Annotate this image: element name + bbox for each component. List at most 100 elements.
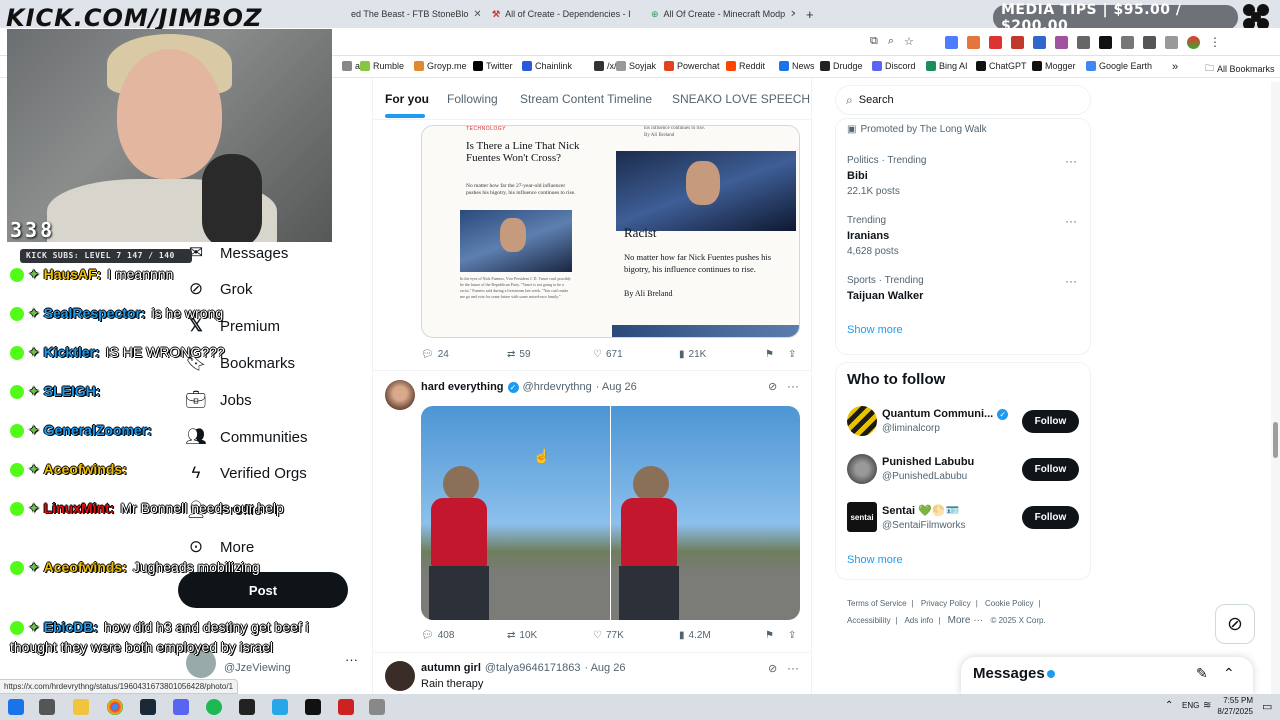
tab-stream-content-timeline[interactable]: Stream Content Timeline (520, 92, 652, 106)
discord-icon[interactable] (173, 699, 189, 715)
telegram-icon[interactable] (272, 699, 288, 715)
extension-icon[interactable] (989, 36, 1002, 49)
sentai-logo-icon[interactable]: sentai (847, 502, 877, 532)
tab-sneako-love-speech[interactable]: SNEAKO LOVE SPEECH (672, 92, 810, 106)
star-icon[interactable]: ☆ (904, 35, 914, 48)
extensions-puzzle-icon[interactable] (1121, 36, 1134, 49)
trend-more-icon[interactable]: ··· (1065, 274, 1077, 288)
post-date[interactable]: · Aug 26 (596, 381, 637, 393)
post-date[interactable]: · Aug 26 (584, 662, 625, 674)
show-more-accounts-link[interactable]: Show more (847, 554, 903, 566)
post-image-monkey[interactable] (421, 406, 800, 620)
close-icon[interactable]: ✕ (790, 9, 795, 20)
chat-username[interactable]: Aceofwinds: (44, 559, 127, 575)
avatar[interactable] (385, 661, 415, 691)
browser-tab[interactable]: ed The Beast - FTB StoneBlo ✕ (345, 4, 480, 24)
follow-button[interactable]: Follow (1022, 410, 1079, 433)
tab-following[interactable]: Following (447, 92, 498, 106)
nav-messages[interactable]: ✉ Messages (186, 243, 289, 263)
suggested-account[interactable]: Punished Labubu @PunishedLabubu (882, 456, 974, 482)
grok-icon[interactable]: ⊘ (768, 380, 777, 393)
extension-icon[interactable] (1077, 36, 1090, 49)
suggested-account[interactable]: Quantum Communi... ✓ @liminalcorp (882, 408, 1009, 434)
bookmark-item[interactable]: News (779, 61, 815, 71)
chat-username[interactable]: SealRespector: (44, 305, 146, 321)
bookmark-item[interactable]: Chainlink (522, 61, 572, 71)
file-explorer-icon[interactable] (73, 699, 89, 715)
footer-link[interactable]: Accessibility (847, 616, 891, 625)
footer-link[interactable]: Ads info (904, 616, 933, 625)
views-button[interactable]: ▮ 4.2M (679, 630, 711, 641)
views-button[interactable]: ▮ 21K (679, 349, 706, 360)
grok-icon[interactable]: ⊘ (768, 662, 777, 675)
sidebar-icon[interactable] (1143, 36, 1156, 49)
download-icon[interactable] (1165, 36, 1178, 49)
author-handle[interactable]: @hrdevrythng (523, 381, 592, 393)
bookmark-item[interactable]: Groyp.me (414, 61, 467, 71)
bookmark-item[interactable]: /x/ (594, 61, 617, 71)
chrome-icon[interactable] (107, 699, 123, 715)
all-bookmarks-button[interactable]: 🗀 All Bookmarks (1205, 61, 1275, 77)
compose-message-icon[interactable]: ✎ (1196, 665, 1208, 682)
chat-username[interactable]: LinuxMint: (44, 500, 115, 516)
messages-drawer[interactable]: Messages ✎ ⌃ (961, 657, 1253, 694)
share-button[interactable]: ⇪ (788, 349, 796, 360)
x-app-icon[interactable] (305, 699, 321, 715)
bookmark-button[interactable]: ⚑ (765, 630, 774, 641)
post-button[interactable]: Post (178, 572, 348, 608)
steam-icon[interactable] (140, 699, 156, 715)
scrollbar-thumb[interactable] (1273, 422, 1278, 458)
close-icon[interactable]: ✕ (473, 9, 480, 20)
app-icon[interactable] (369, 699, 385, 715)
search-input[interactable]: ⌕ Search (835, 85, 1091, 115)
trend-item[interactable]: Sports · Trending Taijuan Walker (847, 275, 924, 302)
post-image-article[interactable]: TECHNOLOGY Is There a Line That Nick Fue… (421, 125, 800, 338)
language-indicator[interactable]: ENG (1182, 701, 1199, 710)
trend-item[interactable]: Politics · Trending Bibi 22.1K posts (847, 155, 926, 197)
extension-icon[interactable] (1033, 36, 1046, 49)
bookmark-item[interactable]: Rumble (360, 61, 404, 71)
bookmark-item[interactable]: Twitter (473, 61, 513, 71)
browser-tab[interactable]: ⊕ All Of Create - Minecraft Modp ✕ (645, 4, 795, 24)
share-button[interactable]: ⇪ (788, 630, 796, 641)
repost-button[interactable]: ⇄ 59 (507, 349, 531, 360)
post-more-icon[interactable]: ··· (787, 379, 799, 393)
show-more-trends-link[interactable]: Show more (847, 324, 903, 336)
notification-icon[interactable]: ▭ (1262, 700, 1272, 713)
chat-username[interactable]: Aceofwinds: (44, 461, 127, 477)
chat-username[interactable]: Kicktler: (44, 344, 100, 360)
bookmark-item[interactable]: Bing AI (926, 61, 968, 71)
bookmark-button[interactable]: ⚑ (765, 349, 774, 360)
chat-username[interactable]: SLEIGH: (44, 383, 101, 399)
task-view-icon[interactable] (39, 699, 55, 715)
reply-button[interactable]: 💬︎ 24 (421, 349, 449, 360)
footer-more-link[interactable]: More ··· (948, 615, 984, 626)
new-tab-button[interactable]: + (800, 4, 820, 24)
terminal-icon[interactable] (239, 699, 255, 715)
browser-tab[interactable]: ⚒ All of Create - Dependencies - I (486, 4, 636, 24)
suggested-account[interactable]: Sentai 💚🌕🪪 @SentaiFilmworks (882, 504, 966, 531)
footer-link[interactable]: Cookie Policy (985, 599, 1033, 608)
install-app-icon[interactable]: ⧉ (870, 35, 878, 48)
chat-username[interactable]: EbicDB: (44, 619, 98, 635)
chevron-up-icon[interactable]: ⌃ (1165, 700, 1173, 711)
author-handle[interactable]: @talya9646171863 (485, 662, 581, 674)
menu-kebab-icon[interactable]: ⋮ (1209, 36, 1221, 49)
grok-floating-button[interactable]: ⊘ (1215, 604, 1255, 644)
bookmark-item[interactable]: Reddit (726, 61, 765, 71)
account-more-icon[interactable]: ··· (345, 652, 358, 667)
chat-username[interactable]: HausAF: (44, 266, 102, 282)
bookmark-item[interactable]: Powerchat (664, 61, 720, 71)
like-button[interactable]: ♡ 671 (593, 349, 623, 360)
tab-for-you[interactable]: For you (385, 92, 429, 106)
bookmark-item[interactable]: Soyjak (616, 61, 656, 71)
bookmark-item[interactable]: Drudge (820, 61, 863, 71)
footer-link[interactable]: Terms of Service (847, 599, 907, 608)
author-name[interactable]: autumn girl (421, 662, 481, 674)
app-icon[interactable] (338, 699, 354, 715)
windows-start-icon[interactable] (8, 699, 24, 715)
like-button[interactable]: ♡ 77K (593, 630, 624, 641)
post-more-icon[interactable]: ··· (787, 661, 799, 675)
extension-icon[interactable] (1011, 36, 1024, 49)
avatar[interactable] (847, 454, 877, 484)
